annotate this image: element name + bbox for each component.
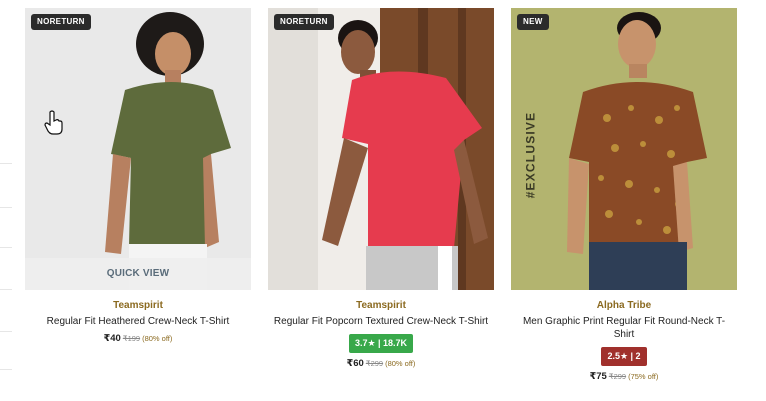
price: ₹60	[346, 358, 364, 369]
model-photo	[268, 8, 494, 290]
price: ₹40	[103, 333, 121, 344]
product-image[interactable]: NORETURN QUICK VIEW	[25, 8, 251, 290]
sidebar-divider	[0, 369, 12, 370]
product-name[interactable]: Regular Fit Heathered Crew-Neck T-Shirt	[25, 315, 251, 328]
price-row: ₹60 ₹299 (80% off)	[268, 357, 494, 370]
sidebar-divider	[0, 207, 12, 208]
sidebar-divider	[0, 247, 12, 248]
exclusive-label: #EXCLUSIVE	[523, 111, 538, 199]
price-row: ₹40 ₹199 (80% off)	[25, 332, 251, 345]
noreturn-badge: NORETURN	[31, 14, 91, 30]
product-brand[interactable]: Alpha Tribe	[511, 300, 737, 311]
rating-badge: 2.5★ | 2	[601, 347, 647, 366]
product-image[interactable]: NEW #EXCLUSIVE	[511, 8, 737, 290]
model-photo	[511, 8, 737, 290]
product-image[interactable]: NORETURN	[268, 8, 494, 290]
product-card[interactable]: NORETURN Teamspirit Regular Fit Popcorn …	[268, 8, 494, 370]
discount: (75% off)	[628, 372, 659, 381]
sidebar-divider	[0, 289, 12, 290]
hand-pointer-icon	[44, 110, 63, 135]
product-name[interactable]: Men Graphic Print Regular Fit Round-Neck…	[511, 315, 737, 341]
product-brand[interactable]: Teamspirit	[25, 300, 251, 311]
sidebar-divider	[0, 331, 12, 332]
discount: (80% off)	[142, 334, 173, 343]
product-name[interactable]: Regular Fit Popcorn Textured Crew-Neck T…	[268, 315, 494, 328]
product-card[interactable]: NEW #EXCLUSIVE Alpha Tribe Men Graphic P…	[511, 8, 737, 383]
price: ₹75	[589, 371, 607, 382]
mrp: ₹199	[122, 334, 141, 343]
mrp: ₹299	[365, 359, 384, 368]
product-card[interactable]: NORETURN QUICK VIEW Teamspirit Regular F…	[25, 8, 251, 345]
noreturn-badge: NORETURN	[274, 14, 334, 30]
price-row: ₹75 ₹299 (75% off)	[511, 370, 737, 383]
product-brand[interactable]: Teamspirit	[268, 300, 494, 311]
rating-badge: 3.7★ | 18.7K	[348, 334, 414, 353]
discount: (80% off)	[385, 359, 416, 368]
sidebar-divider	[0, 163, 12, 164]
model-photo	[25, 8, 251, 290]
mrp: ₹299	[608, 372, 627, 381]
quick-view-button[interactable]: QUICK VIEW	[25, 258, 251, 290]
new-badge: NEW	[517, 14, 549, 30]
